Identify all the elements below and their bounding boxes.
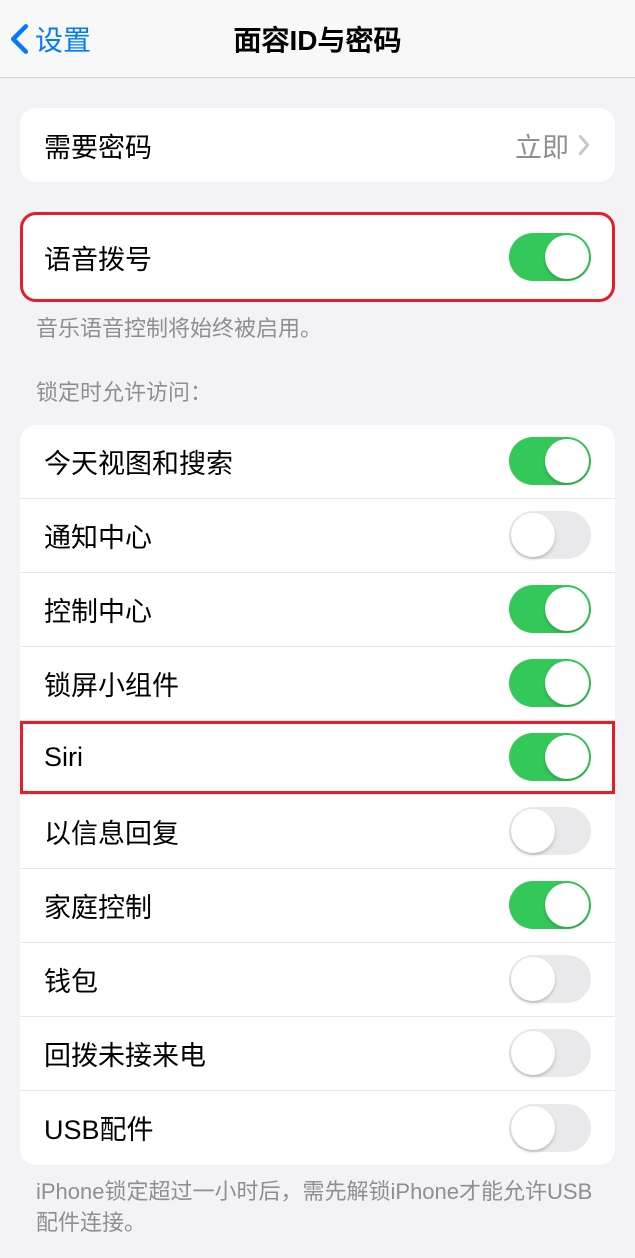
locked-access-row[interactable]: 今天视图和搜索 (20, 425, 615, 499)
require-passcode-label: 需要密码 (44, 126, 152, 165)
voice-dial-toggle[interactable] (509, 233, 591, 281)
locked-access-label: 今天视图和搜索 (44, 442, 233, 481)
toggle-knob (545, 661, 589, 705)
locked-access-row[interactable]: 控制中心 (20, 573, 615, 647)
locked-access-label: 钱包 (44, 960, 98, 999)
toggle-knob (511, 1031, 555, 1075)
locked-access-toggle[interactable] (509, 585, 591, 633)
nav-header: 设置 面容ID与密码 (0, 0, 635, 78)
locked-access-label: 通知中心 (44, 516, 152, 555)
locked-access-label: 控制中心 (44, 590, 152, 629)
locked-access-toggle[interactable] (509, 1104, 591, 1152)
locked-access-label: Siri (44, 742, 83, 773)
locked-access-row[interactable]: USB配件 (20, 1091, 615, 1165)
require-passcode-row[interactable]: 需要密码 立即 (20, 108, 615, 182)
passcode-group: 需要密码 立即 (20, 108, 615, 182)
locked-access-row[interactable]: 回拨未接来电 (20, 1017, 615, 1091)
toggle-knob (545, 235, 589, 279)
chevron-right-icon (577, 134, 591, 156)
locked-access-label: 锁屏小组件 (44, 664, 179, 703)
locked-access-toggle[interactable] (509, 807, 591, 855)
locked-access-label: 家庭控制 (44, 886, 152, 925)
locked-access-toggle[interactable] (509, 437, 591, 485)
locked-access-row[interactable]: Siri (20, 721, 615, 795)
locked-access-label: 回拨未接来电 (44, 1034, 206, 1073)
toggle-knob (511, 809, 555, 853)
locked-access-toggle[interactable] (509, 659, 591, 707)
locked-access-row[interactable]: 钱包 (20, 943, 615, 1017)
page-title: 面容ID与密码 (233, 19, 401, 59)
toggle-knob (545, 587, 589, 631)
back-label: 设置 (35, 19, 91, 59)
locked-access-label: 以信息回复 (44, 812, 179, 851)
locked-access-row[interactable]: 以信息回复 (20, 795, 615, 869)
locked-access-toggle[interactable] (509, 1029, 591, 1077)
locked-access-row[interactable]: 家庭控制 (20, 869, 615, 943)
locked-access-toggle[interactable] (509, 511, 591, 559)
locked-access-row[interactable]: 通知中心 (20, 499, 615, 573)
toggle-knob (545, 883, 589, 927)
locked-access-toggle[interactable] (509, 881, 591, 929)
locked-access-row[interactable]: 锁屏小组件 (20, 647, 615, 721)
toggle-knob (511, 513, 555, 557)
voice-dial-label: 语音拨号 (44, 238, 152, 277)
locked-access-toggle[interactable] (509, 955, 591, 1003)
voice-dial-footer: 音乐语音控制将始终被启用。 (0, 302, 635, 345)
toggle-knob (511, 1106, 555, 1150)
voice-dial-row[interactable]: 语音拨号 (20, 212, 615, 302)
voice-dial-group: 语音拨号 (20, 212, 615, 302)
toggle-knob (545, 735, 589, 779)
back-chevron-icon (10, 23, 29, 55)
back-button[interactable]: 设置 (10, 19, 91, 59)
locked-access-header: 锁定时允许访问： (0, 345, 635, 407)
require-passcode-value: 立即 (515, 126, 591, 165)
locked-access-group: 今天视图和搜索通知中心控制中心锁屏小组件 Siri 以信息回复家庭控制钱包回拨未接来… (20, 425, 615, 1165)
locked-access-label: USB配件 (44, 1108, 154, 1147)
toggle-knob (511, 957, 555, 1001)
locked-access-toggle[interactable] (509, 733, 591, 781)
toggle-knob (545, 439, 589, 483)
locked-access-footer: iPhone锁定超过一小时后，需先解锁iPhone才能允许USB配件连接。 (0, 1165, 635, 1239)
